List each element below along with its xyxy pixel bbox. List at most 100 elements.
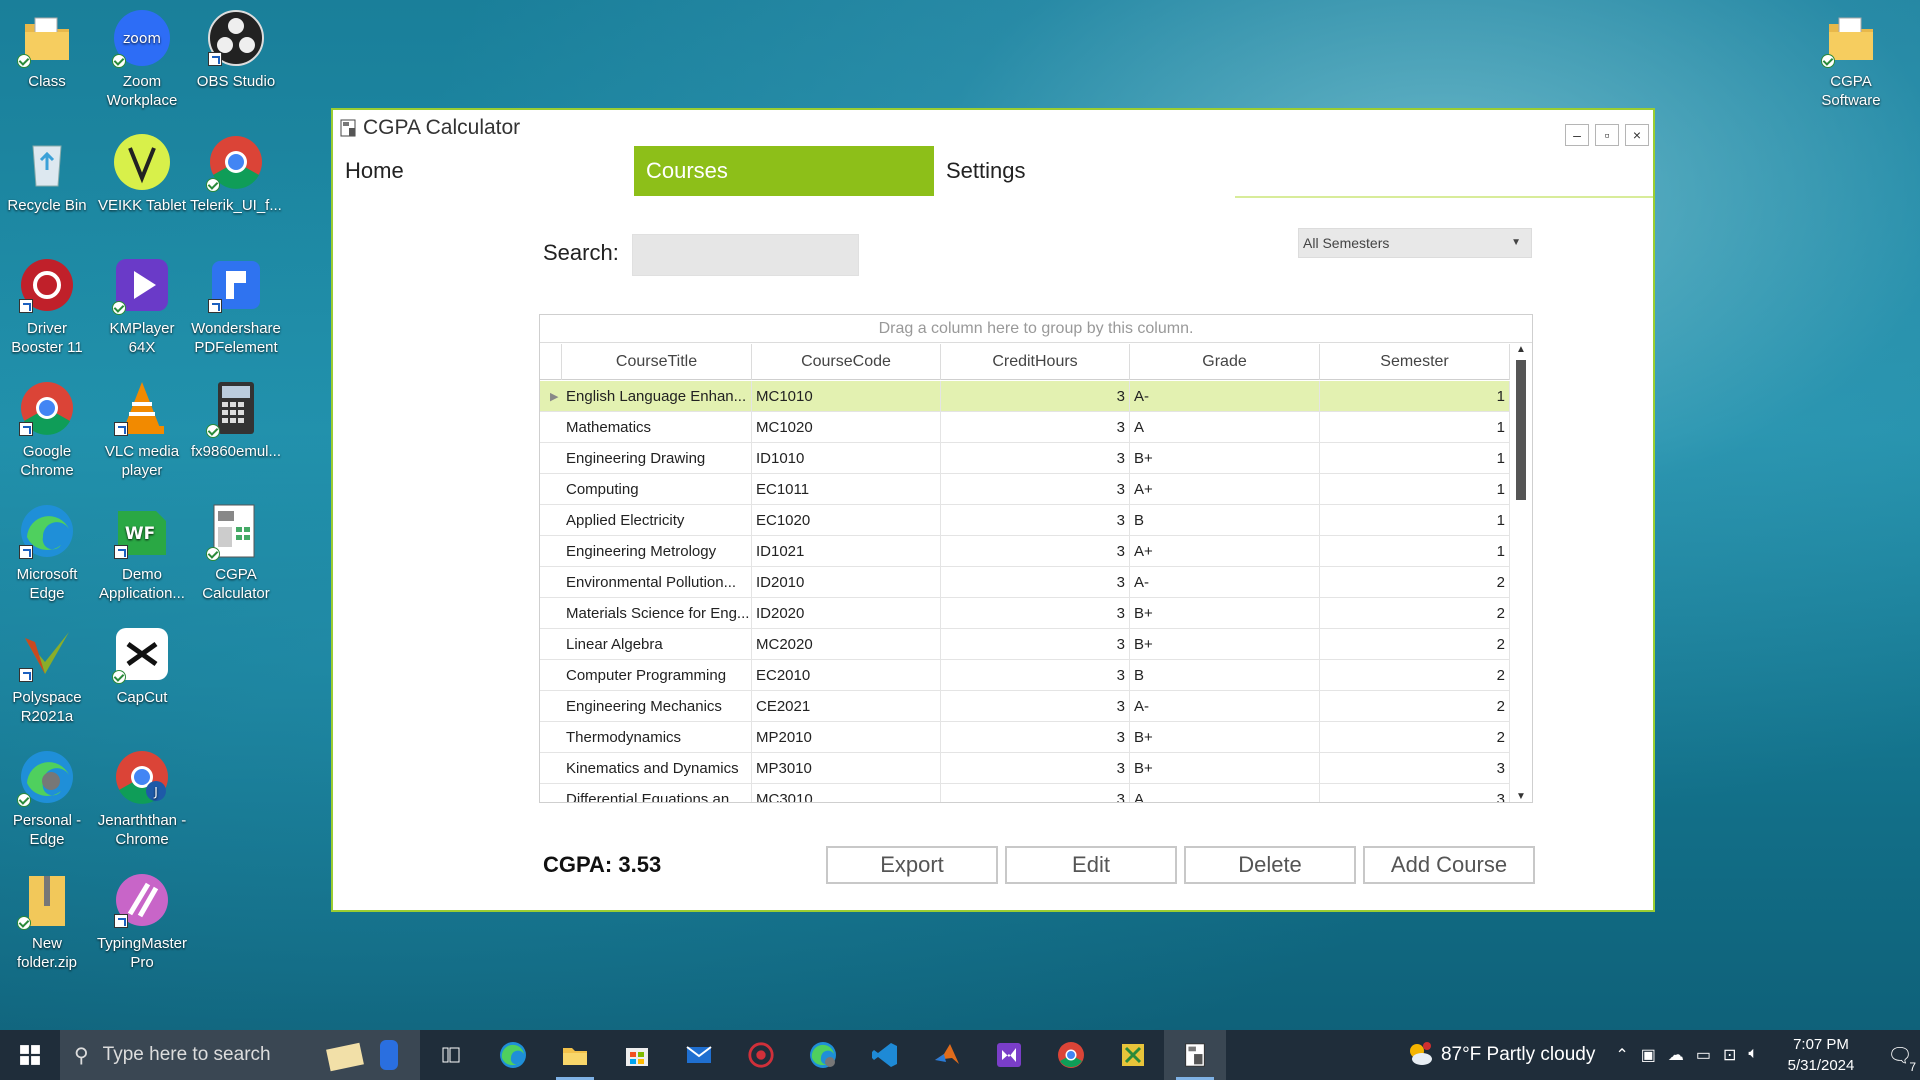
cell-code[interactable]: MC2020 bbox=[752, 629, 941, 660]
taskbar-chrome-icon[interactable] bbox=[1040, 1030, 1102, 1080]
cell-grade[interactable]: B+ bbox=[1130, 443, 1320, 474]
cell-title[interactable]: Computing bbox=[562, 474, 752, 505]
cell-title[interactable]: Kinematics and Dynamics bbox=[562, 753, 752, 784]
table-row[interactable]: Kinematics and Dynamics MP3010 3 B+ 3 bbox=[540, 753, 1510, 784]
cell-semester[interactable]: 2 bbox=[1320, 722, 1510, 753]
cell-semester[interactable]: 2 bbox=[1320, 660, 1510, 691]
cell-title[interactable]: Computer Programming bbox=[562, 660, 752, 691]
cell-grade[interactable]: B+ bbox=[1130, 753, 1320, 784]
title-bar[interactable]: CGPA Calculator bbox=[333, 110, 1653, 146]
taskbar-cgpa-calculator-icon[interactable] bbox=[1164, 1030, 1226, 1080]
cell-grade[interactable]: A bbox=[1130, 412, 1320, 443]
desktop-icon-vlc[interactable]: VLC media player bbox=[95, 378, 189, 480]
cell-semester[interactable]: 1 bbox=[1320, 443, 1510, 474]
cell-grade[interactable]: A- bbox=[1130, 567, 1320, 598]
cell-credits[interactable]: 3 bbox=[941, 567, 1130, 598]
desktop-icon-capcut[interactable]: CapCut bbox=[95, 624, 189, 707]
cell-grade[interactable]: A- bbox=[1130, 691, 1320, 722]
maximize-button[interactable]: ▫ bbox=[1595, 124, 1619, 146]
desktop-icon-kmplayer[interactable]: KMPlayer 64X bbox=[95, 255, 189, 357]
task-view-icon[interactable] bbox=[420, 1030, 482, 1080]
add-course-button[interactable]: Add Course bbox=[1363, 846, 1535, 884]
cell-code[interactable]: ID2010 bbox=[752, 567, 941, 598]
taskbar-driver-booster-icon[interactable] bbox=[730, 1030, 792, 1080]
cell-title[interactable]: Differential Equations an... bbox=[562, 784, 752, 802]
tab-courses[interactable]: Courses bbox=[634, 146, 934, 196]
cell-title[interactable]: Engineering Mechanics bbox=[562, 691, 752, 722]
column-header-semester[interactable]: Semester bbox=[1320, 344, 1510, 380]
desktop-icon-class[interactable]: Class bbox=[0, 8, 94, 91]
cell-semester[interactable]: 2 bbox=[1320, 567, 1510, 598]
taskbar-edge-icon[interactable] bbox=[482, 1030, 544, 1080]
cell-credits[interactable]: 3 bbox=[941, 691, 1130, 722]
battery-icon[interactable]: ▭ bbox=[1696, 1045, 1711, 1065]
desktop-icon-demo-application[interactable]: WF Demo Application... bbox=[95, 501, 189, 603]
cell-semester[interactable]: 1 bbox=[1320, 505, 1510, 536]
cell-code[interactable]: ID1021 bbox=[752, 536, 941, 567]
column-header-coursecode[interactable]: CourseCode bbox=[752, 344, 941, 380]
cell-credits[interactable]: 3 bbox=[941, 722, 1130, 753]
desktop-icon-cgpa-calculator[interactable]: CGPA Calculator bbox=[189, 501, 283, 603]
cell-semester[interactable]: 3 bbox=[1320, 753, 1510, 784]
cell-title[interactable]: Environmental Pollution... bbox=[562, 567, 752, 598]
desktop-icon-cgpa-software[interactable]: CGPA Software bbox=[1804, 8, 1898, 110]
desktop-icon-typingmaster[interactable]: TypingMaster Pro bbox=[95, 870, 189, 972]
cell-credits[interactable]: 3 bbox=[941, 443, 1130, 474]
cell-semester[interactable]: 1 bbox=[1320, 381, 1510, 412]
cell-grade[interactable]: B+ bbox=[1130, 722, 1320, 753]
export-button[interactable]: Export bbox=[826, 846, 998, 884]
cell-semester[interactable]: 1 bbox=[1320, 536, 1510, 567]
cell-credits[interactable]: 3 bbox=[941, 629, 1130, 660]
column-header-coursetitle[interactable]: CourseTitle bbox=[562, 344, 752, 380]
taskbar-vscode-icon[interactable] bbox=[854, 1030, 916, 1080]
cell-title[interactable]: Engineering Drawing bbox=[562, 443, 752, 474]
cell-credits[interactable]: 3 bbox=[941, 505, 1130, 536]
weather-widget[interactable]: 87°F Partly cloudy bbox=[1405, 1040, 1595, 1070]
taskbar-snipping-tool-icon[interactable] bbox=[1102, 1030, 1164, 1080]
camera-icon[interactable]: ▣ bbox=[1641, 1045, 1656, 1065]
cell-grade[interactable]: B+ bbox=[1130, 598, 1320, 629]
onedrive-icon[interactable]: ☁ bbox=[1668, 1045, 1684, 1065]
cell-grade[interactable]: A+ bbox=[1130, 474, 1320, 505]
desktop-icon-recycle-bin[interactable]: Recycle Bin bbox=[0, 132, 94, 215]
desktop-icon-new-folder-zip[interactable]: New folder.zip bbox=[0, 870, 94, 972]
cell-code[interactable]: MC1010 bbox=[752, 381, 941, 412]
cell-code[interactable]: CE2021 bbox=[752, 691, 941, 722]
table-row[interactable]: Engineering Metrology ID1021 3 A+ 1 bbox=[540, 536, 1510, 567]
cell-credits[interactable]: 3 bbox=[941, 474, 1130, 505]
cell-code[interactable]: ID2020 bbox=[752, 598, 941, 629]
table-row[interactable]: Differential Equations an... MC3010 3 A 3 bbox=[540, 784, 1510, 802]
taskbar-edge-profile-icon[interactable] bbox=[792, 1030, 854, 1080]
start-button[interactable] bbox=[0, 1030, 60, 1080]
cell-grade[interactable]: B bbox=[1130, 660, 1320, 691]
grid-scrollbar[interactable]: ▲ ▼ bbox=[1514, 344, 1528, 802]
taskbar-visual-studio-icon[interactable] bbox=[978, 1030, 1040, 1080]
minimize-button[interactable]: – bbox=[1565, 124, 1589, 146]
cell-code[interactable]: MP3010 bbox=[752, 753, 941, 784]
cell-title[interactable]: Applied Electricity bbox=[562, 505, 752, 536]
desktop-icon-obs[interactable]: OBS Studio bbox=[189, 8, 283, 91]
desktop-icon-pdfelement[interactable]: Wondershare PDFelement bbox=[189, 255, 283, 357]
taskbar-search-box[interactable]: ⚲ Type here to search bbox=[60, 1030, 420, 1080]
cell-title[interactable]: Mathematics bbox=[562, 412, 752, 443]
cell-title[interactable]: Engineering Metrology bbox=[562, 536, 752, 567]
cell-code[interactable]: ID1010 bbox=[752, 443, 941, 474]
taskbar-file-explorer-icon[interactable] bbox=[544, 1030, 606, 1080]
clock[interactable]: 7:07 PM 5/31/2024 bbox=[1776, 1034, 1866, 1076]
cell-title[interactable]: Linear Algebra bbox=[562, 629, 752, 660]
desktop-icon-google-chrome[interactable]: Google Chrome bbox=[0, 378, 94, 480]
desktop-icon-telerik-chrome[interactable]: Telerik_UI_f... bbox=[189, 132, 283, 215]
column-header-grade[interactable]: Grade bbox=[1130, 344, 1320, 380]
desktop-icon-veikk[interactable]: VEIKK Tablet bbox=[95, 132, 189, 215]
cell-code[interactable]: MC3010 bbox=[752, 784, 941, 802]
delete-button[interactable]: Delete bbox=[1184, 846, 1356, 884]
table-row[interactable]: Engineering Drawing ID1010 3 B+ 1 bbox=[540, 443, 1510, 474]
cell-credits[interactable]: 3 bbox=[941, 381, 1130, 412]
desktop-icon-polyspace[interactable]: Polyspace R2021a bbox=[0, 624, 94, 726]
cell-credits[interactable]: 3 bbox=[941, 753, 1130, 784]
cell-code[interactable]: EC1020 bbox=[752, 505, 941, 536]
cell-semester[interactable]: 2 bbox=[1320, 629, 1510, 660]
table-row[interactable]: Computing EC1011 3 A+ 1 bbox=[540, 474, 1510, 505]
scroll-down-icon[interactable]: ▼ bbox=[1514, 791, 1528, 802]
cell-code[interactable]: EC2010 bbox=[752, 660, 941, 691]
